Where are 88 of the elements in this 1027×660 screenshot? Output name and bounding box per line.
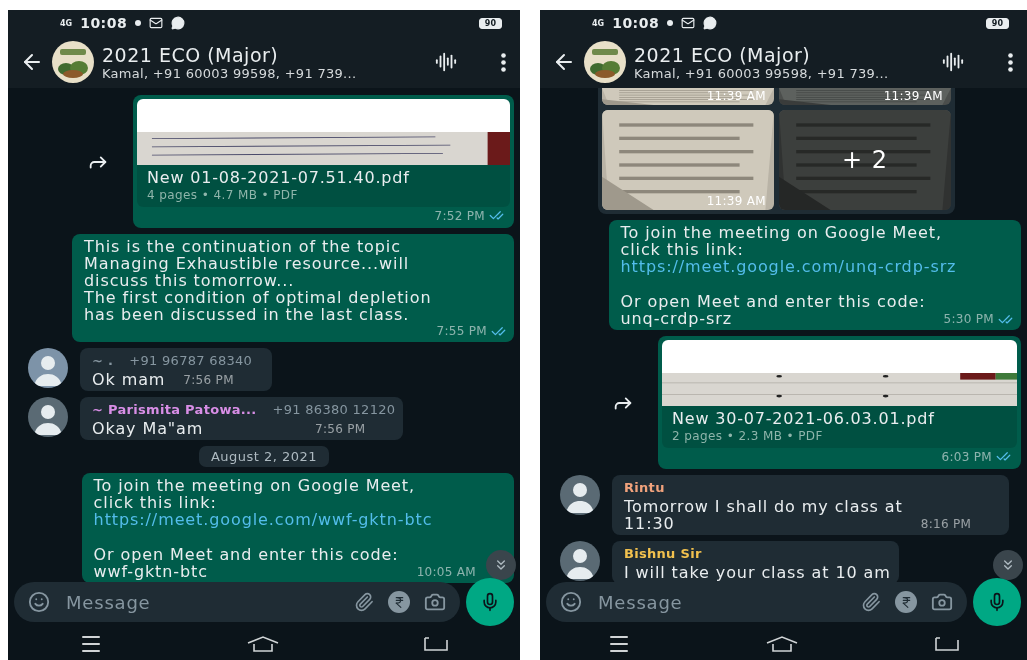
payment-button[interactable] [388,591,410,613]
mic-icon [987,592,1007,612]
chat-members: Kamal, +91 60003 99598, +91 739... [634,65,890,81]
message-text: Or open Meet and enter this code: wwf-gktn-btc [93,546,399,580]
sender-name: Bishnu Sir [624,545,702,562]
sender-name: ~ Parismita Patowa... [92,401,257,418]
more-icon [1008,52,1013,72]
mail-icon [681,16,696,30]
photo-album-message[interactable]: 11:39 AM 11:39 AM 11:39 AM + 2 [598,88,955,214]
photo-time: 11:39 AM [706,89,766,104]
message-text: To join the meeting on Google Meet, click this link: [93,477,417,511]
message-field[interactable]: Message [14,582,460,622]
mic-button[interactable] [973,578,1021,626]
sender-phone: +91 86380 12120 [272,401,396,418]
document-message[interactable]: New 01-08-2021-07.51.40.pdf 4 pages • 4.7 MB • PDF 7:52 PM [133,95,514,228]
attach-icon[interactable] [354,592,374,612]
battery-indicator: 90 [985,17,1009,29]
message-time: 7:56 PM [314,421,366,437]
meeting-link[interactable]: https://meet.google.com/unq-crdp-srz [620,258,1013,275]
mic-icon [480,592,500,612]
file-name: New 01-08-2021-07.51.40.pdf [147,169,411,187]
status-time: 10:08 [80,15,128,31]
group-avatar[interactable] [52,41,94,83]
message-time: 6:03 PM [941,449,992,465]
file-meta: 4 pages • 4.7 MB • PDF [147,188,299,203]
menu-button[interactable] [501,52,506,72]
contact-avatar[interactable] [560,541,600,581]
message-text: Ok mam [92,371,166,388]
file-name: New 30-07-2021-06.03.01.pdf [672,410,936,428]
mic-button[interactable] [466,578,514,626]
message-time: 7:55 PM [436,323,487,339]
message-field[interactable]: Message [546,582,967,622]
network-type: 4G [592,18,605,28]
message-input[interactable]: Message [64,590,340,614]
message-input[interactable]: Message [596,590,847,614]
file-meta: 2 pages • 2.3 MB • PDF [672,429,824,444]
battery-indicator: 90 [478,17,502,29]
chat-members: Kamal, +91 60003 99598, +91 739... [102,65,358,81]
message-time: 7:52 PM [434,208,485,224]
voice-chat-button[interactable] [942,51,964,73]
message-text: Or open Meet and enter this code: unq-crdp-srz [620,293,926,327]
home-icon[interactable] [765,635,800,653]
chat-icon [703,16,718,30]
message-time: 10:05 AM [416,564,476,580]
chat-icon [171,16,186,30]
message-text: I will take your class at 10 am [624,564,891,581]
message-time: 5:30 PM [943,311,994,327]
photo-time: 11:39 AM [706,194,766,209]
meeting-link[interactable]: https://meet.google.com/wwf-gktn-btc [93,511,506,528]
emoji-icon[interactable] [28,591,50,613]
attach-icon[interactable] [861,592,881,612]
chat-title[interactable]: 2021 ECO (Major) [634,43,934,66]
camera-icon[interactable] [931,591,953,613]
more-icon [501,52,506,72]
back-icon[interactable] [422,636,449,652]
contact-avatar[interactable] [28,397,68,437]
network-type: 4G [60,18,73,28]
contact-avatar[interactable] [560,475,600,515]
contact-avatar[interactable] [28,348,68,388]
group-avatar[interactable] [584,41,626,83]
camera-icon[interactable] [424,591,446,613]
more-photos-count[interactable]: + 2 [779,110,951,210]
mail-icon [149,16,164,30]
sender-name: Rintu [624,479,665,496]
scroll-down-button[interactable] [993,550,1023,580]
dot-icon [667,20,674,26]
home-icon[interactable] [246,635,280,653]
status-time: 10:08 [612,15,660,31]
document-message[interactable]: New 30-07-2021-06.03.01.pdf 2 pages • 2.3 MB • PDF 6:03 PM [658,336,1021,469]
photo-time: 11:39 AM [883,89,943,104]
message-time: 7:56 PM [183,372,234,388]
message-text: Okay Ma"am [92,420,204,437]
date-chip: August 2, 2021 [198,446,330,467]
menu-button[interactable] [1008,52,1013,72]
back-icon[interactable] [933,636,960,652]
waveform-icon [435,51,457,73]
waveform-icon [942,51,964,73]
message-text: This is the continuation of the topic Managing Exhaustible resource...will discuss this tomorrow... The first condition of optimal depletion has been discussed in the last class. [84,238,432,323]
dot-icon [135,20,142,26]
sender-name: ~ . [92,352,114,369]
chat-title[interactable]: 2021 ECO (Major) [102,43,427,66]
message-time: 8:16 PM [920,516,972,532]
emoji-icon[interactable] [560,591,582,613]
voice-chat-button[interactable] [435,51,457,73]
payment-button[interactable] [895,591,917,613]
message-text: Tomorrow I shall do my class at 11:30 [624,498,903,532]
message-text: To join the meeting on Google Meet, click this link: [620,224,943,258]
sender-phone: +91 96787 68340 [129,352,253,369]
